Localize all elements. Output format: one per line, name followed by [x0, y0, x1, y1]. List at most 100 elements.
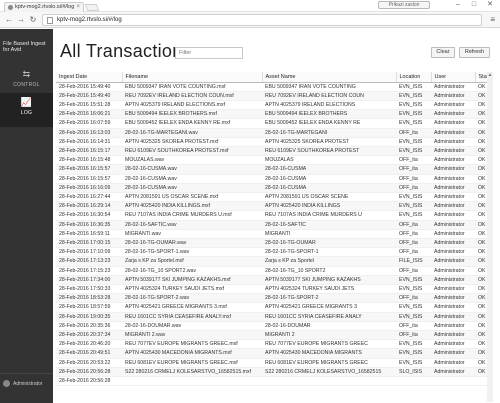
table-cell: Administrator: [431, 321, 475, 331]
table-cell: 28-02-16-TG-MARTEGANI.wav: [122, 128, 262, 138]
filter-input[interactable]: [175, 47, 243, 59]
table-cell: Administrator: [431, 229, 475, 239]
table-row[interactable]: 28-Feb-2016 20:46:20 REU 7077EV EUROPE MI…: [56, 339, 493, 350]
user-button[interactable]: Prikazi zaslon: [378, 1, 430, 9]
table-cell: S22 280216 CRMELJ KOLESARSTVO_16582515.m…: [122, 367, 262, 378]
table-cell: REU 7077EV EUROPE MIGRANTS GREEC.mxf: [122, 339, 262, 350]
table-cell: REU 1601CC SYRIA CEASEFIRE ANALY: [262, 312, 396, 322]
table-row[interactable]: 28-Feb-2016 16:29:14 APTN 4025420 INDIA K…: [56, 201, 493, 212]
clear-button[interactable]: Clear: [431, 47, 455, 58]
table-cell: EVN_ISIS: [396, 312, 431, 322]
table-row[interactable]: 28-Feb-2016 17:34:00 APTN 5039177 SKI JUM…: [56, 275, 493, 285]
url-input[interactable]: kptv-mog2.rtvslo.si/#/log: [42, 14, 482, 26]
transactions-table: Ingest Date Filename Asset Name Location…: [56, 72, 493, 402]
table-row[interactable]: 28-Feb-2016 17:15:23 28-02-16-TG_10 SPORT…: [56, 266, 493, 276]
table-cell: 28-Feb-2016 17:15:23: [56, 266, 122, 276]
window-controls: – □ ✕: [450, 0, 498, 10]
table-row[interactable]: 28-Feb-2016 15:51:28 APTN 4025379 IRELAND…: [56, 100, 493, 111]
table-cell: REU 7107AS INDIA CRIME MURDERS U: [262, 210, 396, 221]
table-cell: 28-02-16-CUSMA: [262, 174, 396, 184]
browser-tab[interactable]: kptv-mog2.rtvslo.si/#/log ×: [4, 2, 84, 12]
new-tab-button[interactable]: [84, 4, 100, 11]
window-close-icon[interactable]: ✕: [482, 0, 498, 10]
table-row[interactable]: 28-Feb-2016 20:49:51 APTN 4025430 MACEDON…: [56, 348, 493, 359]
user-name: Administrator: [13, 381, 43, 387]
table-row[interactable]: 28-Feb-2016 17:50:33 APTN 4025324 TURKEY …: [56, 284, 493, 295]
scrollbar[interactable]: ▲: [487, 72, 493, 402]
table-row[interactable]: 28-Feb-2016 20:56:28 S22 280216 CRMELJ KO…: [56, 367, 493, 378]
table-cell: FILE_ISIS: [396, 256, 431, 267]
table-cell: Administrator: [431, 293, 475, 304]
scroll-up-icon[interactable]: ▲: [487, 72, 493, 78]
column-header[interactable]: Filename: [122, 72, 263, 83]
table-cell: Administrator: [431, 247, 475, 258]
column-header[interactable]: Ingest Date: [56, 72, 123, 83]
column-header[interactable]: Asset Name: [262, 72, 397, 83]
table-row[interactable]: 28-Feb-2016 16:30:54 REU 7107AS INDIA CRI…: [56, 210, 493, 221]
table-row[interactable]: 28-Feb-2016 16:36:35 28-02-16-SAFTIC.wav 2…: [56, 220, 493, 230]
table-cell: 28-02-16-TG-OUMAR.wav: [122, 238, 262, 249]
table-row[interactable]: 28-Feb-2016 16:15:48 MOUZALAS.wav MOUZALAS…: [56, 155, 493, 166]
sidebar-user[interactable]: Administrator: [0, 373, 53, 403]
table-cell: REU 7077EV EUROPE MIGRANTS GREEC: [262, 339, 396, 350]
table-row[interactable]: 28-Feb-2016 16:14:31 APTN 4025325 SKOREA …: [56, 137, 493, 147]
table-row[interactable]: 28-Feb-2016 16:15:57 28-02-16-CUSMA.wav 28…: [56, 164, 493, 175]
table-cell: Administrator: [431, 164, 475, 175]
table-cell: EVN_ISIS: [396, 109, 431, 120]
reload-icon[interactable]: ↻: [28, 15, 38, 25]
column-header[interactable]: Location: [396, 72, 432, 83]
table-row[interactable]: 28-Feb-2016 20:37:34 MIGRANTI 2.wav MIGRAN…: [56, 330, 493, 341]
brand-line-2: for Avid: [3, 47, 22, 53]
table-row[interactable]: 28-Feb-2016 20:35:36 28-02-16-DOUMAR.wav 2…: [56, 321, 493, 331]
table-cell: OFF_ita: [396, 330, 431, 341]
table-row[interactable]: 28-Feb-2016 16:59:11 MIGRANTI.wav MIGRANTI…: [56, 229, 493, 239]
table-cell: APTN 4025430 MACEDONIA MIGRANTS: [262, 348, 396, 359]
table-cell: 28-02-16-DOUMAR: [262, 321, 396, 331]
table-row[interactable]: 28-Feb-2016 15:49:40 REU 7092EV IRELAND E…: [56, 91, 493, 101]
table-cell: EVN_ISIS: [396, 100, 431, 111]
table-row[interactable]: 28-Feb-2016 20:53:22 REU 6081EV EUROPE MI…: [56, 358, 493, 368]
table-row[interactable]: 28-Feb-2016 20:56:28: [56, 376, 493, 387]
table-row[interactable]: 28-Feb-2016 17:10:09 28-02-16-TG-SPORT-1.…: [56, 247, 493, 258]
table-row[interactable]: 28-Feb-2016 16:15:57 28-02-16-CUSMA.wav 28…: [56, 174, 493, 184]
table-cell: REU 7092EV IRELAND ELECTION COUN: [262, 91, 396, 101]
table-cell: APTN 4025421 GREECE MIGRANTS 3.mxf: [122, 302, 262, 313]
table-row[interactable]: 28-Feb-2016 19:00:35 REU 1601CC SYRIA CEA…: [56, 312, 493, 322]
table-cell: Administrator: [431, 174, 475, 184]
close-icon[interactable]: ×: [76, 3, 80, 12]
table-cell: EVN_ISIS: [396, 137, 431, 147]
forward-icon[interactable]: →: [16, 15, 26, 25]
table-row[interactable]: 28-Feb-2016 18:57:59 APTN 4025421 GREECE …: [56, 302, 493, 313]
table-cell: APTN 4025420 INDIA KILLINGS: [262, 201, 396, 212]
table-cell: 28-02-16-TG-MARTEGANI: [262, 128, 396, 138]
table-row[interactable]: 28-Feb-2016 16:06:21 EBU 5009494 IEELEX B…: [56, 109, 493, 120]
table-row[interactable]: 28-Feb-2016 17:13:23 Zarja s KP za Sporte…: [56, 256, 493, 267]
table-row[interactable]: 28-Feb-2016 16:16:09 28-02-16-CUSMA.wav 28…: [56, 183, 493, 193]
sidebar-item-log[interactable]: 📈 LOG: [0, 93, 53, 127]
table-row[interactable]: 28-Feb-2016 17:00:15 28-02-16-TG-OUMAR.wa…: [56, 238, 493, 249]
column-header[interactable]: User: [431, 72, 476, 83]
table-cell: 28-02-16-CUSMA.wav: [122, 164, 262, 175]
table-row[interactable]: 28-Feb-2016 15:49:40 EBU 5009347 IRAN VOT…: [56, 82, 493, 92]
table-row[interactable]: 28-Feb-2016 18:53:28 28-02-16-TG-SPORT-2.…: [56, 293, 493, 304]
table-cell: 28-Feb-2016 17:00:15: [56, 238, 122, 249]
back-icon[interactable]: ←: [4, 15, 14, 25]
table-cell: Administrator: [431, 155, 475, 166]
table-cell: OFF_ita: [396, 229, 431, 239]
table-row[interactable]: 28-Feb-2016 16:15:17 REU 6109EV SOUTHKORE…: [56, 146, 493, 157]
minimize-icon[interactable]: –: [450, 0, 466, 10]
table-row[interactable]: 28-Feb-2016 16:13:03 28-02-16-TG-MARTEGAN…: [56, 128, 493, 138]
table-cell: EVN_ISIS: [396, 118, 431, 129]
table-cell: 28-02-16-SAFTIC: [262, 220, 396, 230]
menu-icon[interactable]: ≡: [490, 15, 495, 25]
table-cell: MIGRANTI 2.wav: [122, 330, 262, 341]
table-cell: 28-02-16-TG-SPORT-1: [262, 247, 396, 258]
table-cell: Administrator: [431, 312, 475, 322]
table-cell: 28-Feb-2016 16:15:57: [56, 164, 122, 175]
table-cell: MIGRANTI: [262, 229, 396, 239]
refresh-button[interactable]: Refresh: [459, 47, 490, 58]
table-row[interactable]: 28-Feb-2016 16:27:44 APTN 2081591 US OSCA…: [56, 192, 493, 203]
table-cell: Administrator: [431, 367, 475, 378]
table-row[interactable]: 28-Feb-2016 16:07:59 EBU 5009452 IEELEX E…: [56, 118, 493, 129]
maximize-icon[interactable]: □: [466, 0, 482, 10]
